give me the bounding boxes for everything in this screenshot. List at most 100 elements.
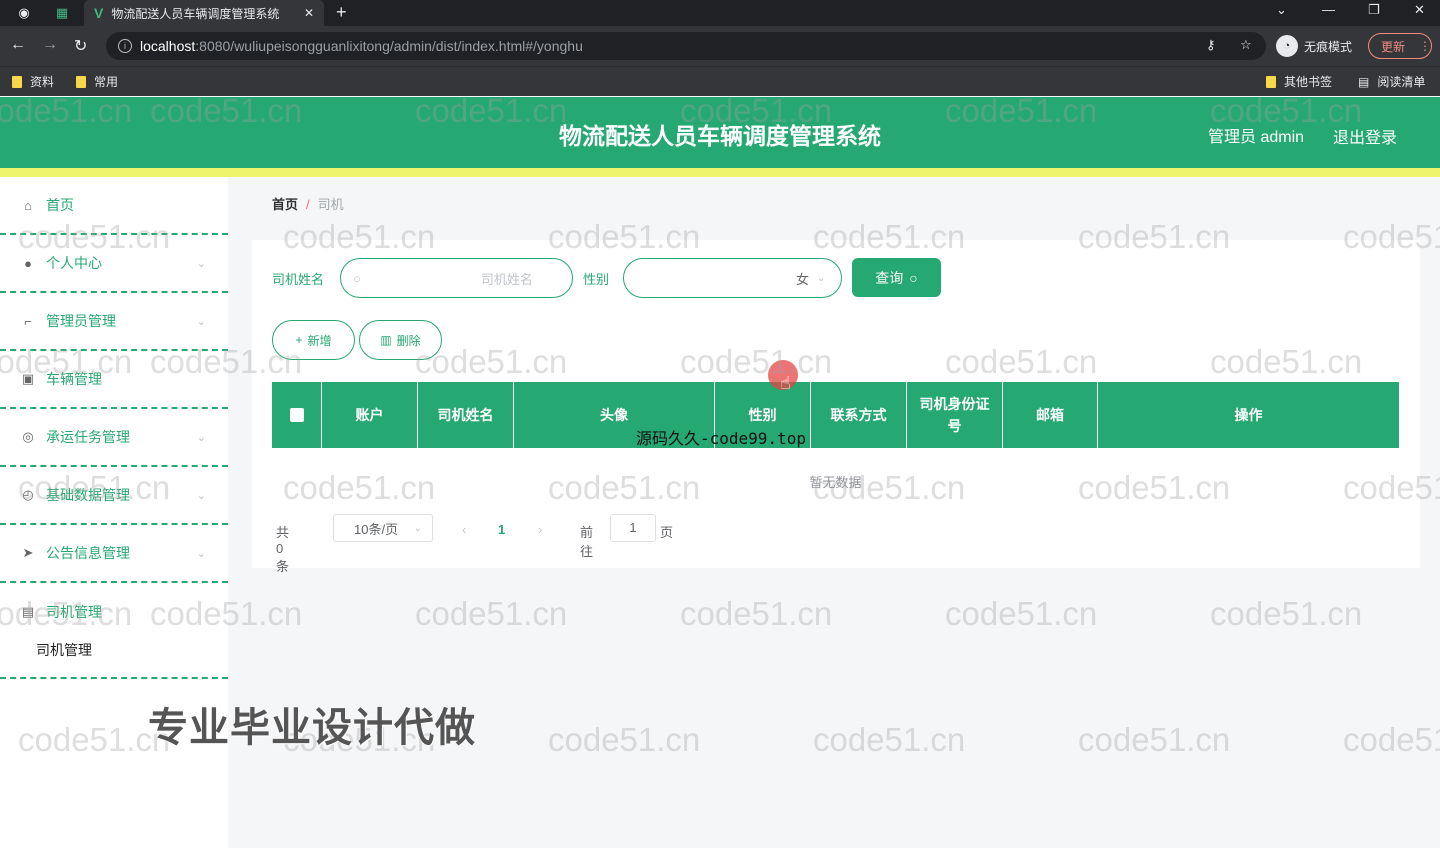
sidebar-item-label: 司机管理 [46, 604, 102, 620]
target-icon: ◎ [22, 429, 34, 444]
tab-search-icon[interactable]: ⌄ [1276, 2, 1287, 18]
col-account: 账户 [322, 382, 418, 448]
menu-dots-icon[interactable]: ⋮ [1419, 39, 1431, 53]
update-label: 更新 [1381, 39, 1406, 54]
tab-title: 物流配送人员车辆调度管理系统 [111, 6, 280, 21]
sidebar-item-notices[interactable]: ➤ 公告信息管理 ⌄ [0, 525, 228, 583]
sidebar-item-label: 承运任务管理 [46, 429, 130, 445]
sidebar-subitem-drivers[interactable]: 司机管理 [0, 623, 228, 679]
crop-icon: ⌐ [24, 313, 32, 329]
empty-text: 暂无数据 [809, 475, 862, 490]
bookmark-label: 资料 [30, 75, 55, 89]
reading-list[interactable]: ▤ 阅读清单 [1358, 73, 1425, 90]
sidebar-item-label: 公告信息管理 [46, 545, 130, 561]
bookmark-label: 常用 [94, 75, 119, 89]
new-tab-icon[interactable]: + [336, 2, 347, 23]
breadcrumb-current: 司机 [317, 197, 344, 212]
gender-label: 性别 [583, 272, 610, 287]
globe-icon[interactable]: ◉ [14, 3, 34, 23]
user-icon: ● [24, 255, 32, 271]
add-label: 新增 [307, 333, 332, 348]
url-host: localhost [140, 38, 196, 54]
hand-cursor-icon: ☝ [780, 373, 791, 393]
gender-select[interactable]: 女 ⌄ [623, 258, 842, 298]
close-window-icon[interactable]: ✕ [1414, 2, 1425, 18]
delete-label: 删除 [396, 333, 421, 348]
url-field[interactable]: i localhost:8080/wuliupeisongguanlixiton… [106, 32, 1266, 60]
add-button[interactable]: + 新增 [272, 320, 355, 360]
chevron-down-icon: ⌄ [196, 315, 206, 328]
restore-icon[interactable]: ❐ [1368, 2, 1380, 18]
bookmark-label: 阅读清单 [1377, 75, 1426, 89]
trash-icon: ▥ [380, 333, 392, 347]
table-header: 账户 司机姓名 头像 性别 联系方式 司机身份证号 邮箱 操作 [272, 382, 1399, 448]
chevron-down-icon: ⌄ [817, 272, 826, 284]
sidebar-item-profile[interactable]: ● 个人中心 ⌄ [0, 235, 228, 293]
sidebar-item-home[interactable]: ⌂ 首页 [0, 177, 228, 235]
incognito-indicator[interactable]: ◔ 无痕模式 [1276, 35, 1352, 57]
bookmark-label: 其他书签 [1284, 75, 1333, 89]
address-bar: ← → ↻ i localhost:8080/wuliupeisongguanl… [0, 26, 1440, 66]
folder-icon [1266, 75, 1276, 88]
col-actions: 操作 [1234, 407, 1263, 423]
source-watermark: 源码久久-code99.top [636, 429, 806, 448]
goto-page-input[interactable]: 1 [610, 514, 656, 542]
app-header: 物流配送人员车辆调度管理系统 管理员 admin 退出登录 [0, 97, 1440, 168]
minimize-icon[interactable]: — [1322, 2, 1335, 17]
driver-name-input[interactable]: ○ 司机姓名 [340, 258, 573, 298]
chevron-down-icon: ⌄ [196, 257, 206, 270]
info-icon[interactable]: i [118, 39, 132, 53]
app-icon[interactable]: ▦ [52, 3, 72, 23]
sidebar-item-label: 基础数据管理 [46, 487, 130, 503]
url-path: :8080/wuliupeisongguanlixitong/admin/dis… [195, 38, 583, 54]
sidebar-item-label: 车辆管理 [46, 371, 102, 387]
query-button[interactable]: 查询 ○ [852, 258, 941, 297]
sidebar-item-tasks[interactable]: ◎ 承运任务管理 ⌄ [0, 409, 228, 467]
update-button[interactable]: 更新 ⋮ [1368, 33, 1432, 59]
browser-tab[interactable]: V 物流配送人员车辆调度管理系统 ✕ [84, 0, 324, 26]
folder-icon [76, 75, 86, 88]
folder-icon [12, 75, 22, 88]
chevron-down-icon: ⌄ [196, 547, 206, 560]
select-all-checkbox[interactable] [289, 408, 304, 422]
prev-page-icon[interactable]: ‹ [462, 522, 466, 537]
breadcrumb-separator: / [306, 197, 310, 212]
page-number[interactable]: 1 [498, 522, 505, 537]
sidebar-item-admin[interactable]: ⌐ 管理员管理 ⌄ [0, 293, 228, 351]
plus-icon: + [295, 333, 303, 347]
send-icon: ➤ [22, 545, 34, 560]
gender-value: 女 [796, 271, 810, 287]
chevron-down-icon: ⌄ [413, 522, 422, 534]
search-icon: ○ [353, 270, 361, 286]
key-icon[interactable]: ⚷ [1206, 37, 1216, 53]
vue-icon: V [94, 5, 104, 21]
bookmark-folder[interactable]: 常用 [76, 73, 118, 90]
bookmark-folder[interactable]: 其他书签 [1266, 73, 1332, 90]
incognito-label: 无痕模式 [1304, 39, 1353, 54]
sidebar-subitem-label: 司机管理 [36, 642, 92, 658]
star-icon[interactable]: ☆ [1240, 37, 1252, 53]
page-size-select[interactable]: 10条/页 ⌄ [333, 514, 433, 542]
chevron-down-icon: ⌄ [196, 489, 206, 502]
breadcrumb-home[interactable]: 首页 [272, 197, 298, 212]
sidebar-item-vehicles[interactable]: ▣ 车辆管理 [0, 351, 228, 409]
document-icon: ▤ [21, 604, 35, 619]
sidebar-item-basedata[interactable]: ◴ 基础数据管理 ⌄ [0, 467, 228, 525]
col-driver-name: 司机姓名 [418, 382, 514, 448]
col-contact: 联系方式 [811, 382, 907, 448]
sidebar-item-label: 管理员管理 [46, 313, 116, 329]
delete-button[interactable]: ▥ 删除 [359, 320, 442, 360]
logout-link[interactable]: 退出登录 [1333, 124, 1397, 148]
reload-icon[interactable]: ↻ [74, 36, 87, 56]
query-label: 查询 [875, 269, 904, 286]
forward-icon[interactable]: → [42, 36, 58, 54]
bookmark-folder[interactable]: 资料 [12, 73, 54, 90]
page-size-value: 10条/页 [354, 521, 399, 537]
search-icon: ○ [909, 269, 918, 286]
next-page-icon[interactable]: › [538, 522, 542, 537]
close-tab-icon[interactable]: ✕ [304, 6, 314, 20]
goto-label: 前往 [580, 525, 594, 559]
back-icon[interactable]: ← [10, 36, 26, 54]
select-all-cell[interactable] [272, 382, 322, 448]
incognito-icon: ◔ [1276, 35, 1298, 57]
